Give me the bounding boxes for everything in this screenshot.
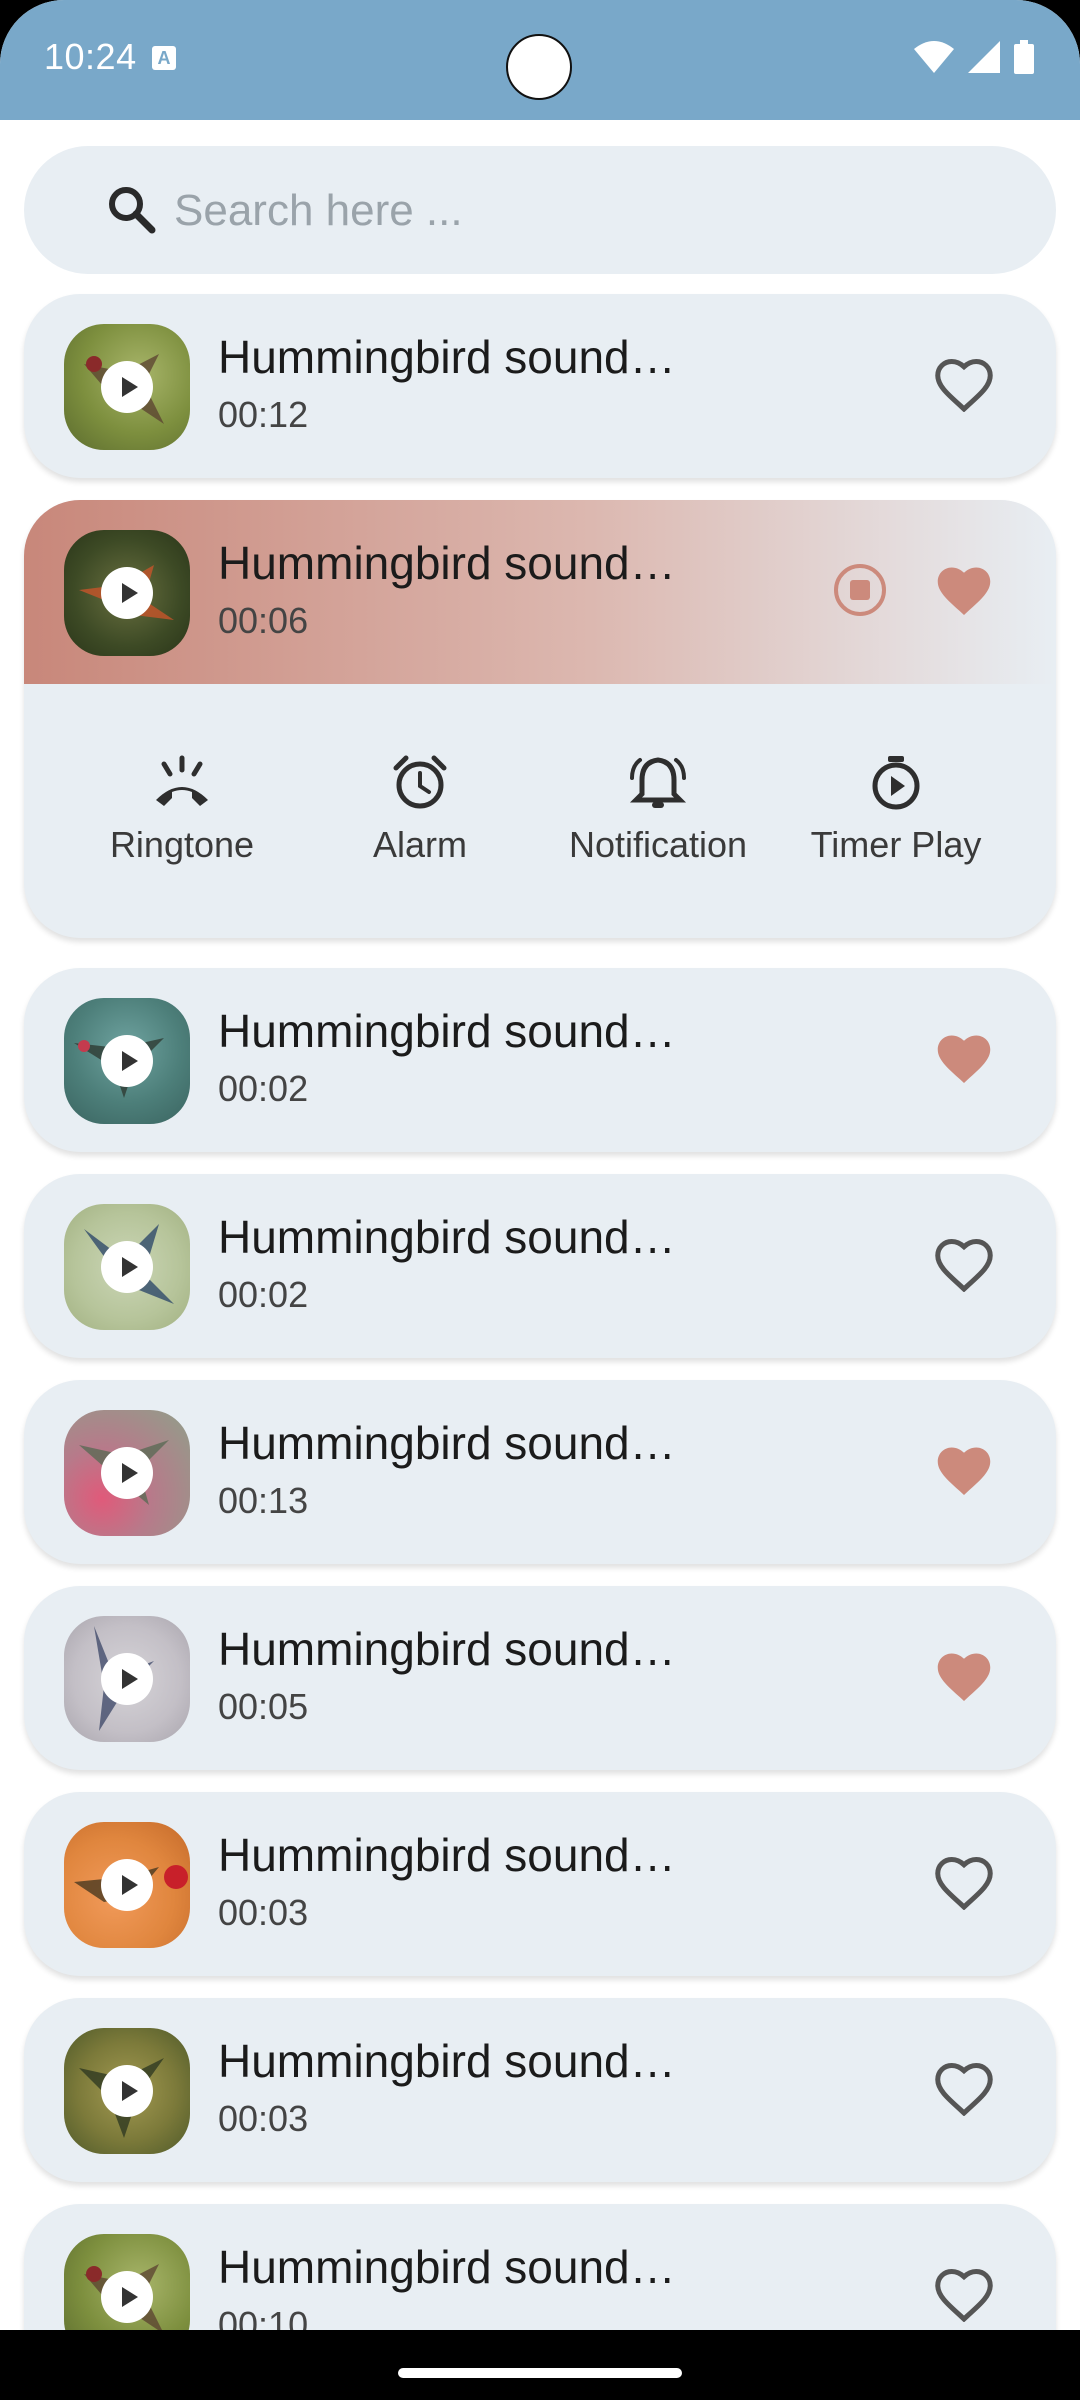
sound-title: Hummingbird sound… (218, 2241, 676, 2293)
ringtone-label: Ringtone (109, 824, 255, 865)
sound-title: Hummingbird sound… (218, 2035, 676, 2087)
sound-duration: 00:12 (218, 394, 309, 435)
play-button[interactable] (101, 361, 153, 413)
notification-action[interactable]: Notification (538, 754, 778, 866)
sound-item[interactable]: Hummingbird sound… 00:03 (24, 1998, 1056, 2182)
alarm-action[interactable]: Alarm (300, 754, 540, 866)
play-button[interactable] (101, 1241, 153, 1293)
keyboard-indicator-icon: A (152, 46, 176, 70)
sound-thumbnail[interactable] (64, 1204, 190, 1330)
sound-item[interactable]: Hummingbird sound… 00:13 (24, 1380, 1056, 1564)
sound-thumbnail[interactable] (64, 2234, 190, 2330)
favorite-outline-icon[interactable] (934, 2060, 994, 2116)
sound-thumbnail[interactable] (64, 1616, 190, 1742)
sound-title: Hummingbird sound… (218, 1417, 676, 1469)
play-button[interactable] (101, 1035, 153, 1087)
app-screen: 10:24 A Hummingbird sound… 00:12 (0, 0, 1080, 2330)
sound-item[interactable]: Hummingbird sound… 00:02 (24, 968, 1056, 1152)
sound-title: Hummingbird sound… (218, 537, 676, 589)
timer-play-label: Timer Play (810, 824, 982, 865)
sound-duration: 00:10 (218, 2304, 309, 2330)
status-bar: 10:24 A (0, 0, 1080, 120)
search-icon (109, 187, 156, 234)
sound-duration: 00:05 (218, 1686, 309, 1727)
sound-title: Hummingbird sound… (218, 1211, 676, 1263)
stop-icon[interactable] (832, 562, 888, 618)
sound-thumbnail[interactable] (64, 1410, 190, 1536)
notification-label: Notification (568, 824, 748, 865)
status-icons (914, 40, 1034, 74)
play-button[interactable] (101, 1653, 153, 1705)
favorite-filled-icon[interactable] (934, 1648, 994, 1704)
notification-bell-icon (629, 757, 687, 808)
timer-play-action[interactable]: Timer Play (776, 754, 1016, 866)
home-gesture-handle[interactable] (398, 2368, 682, 2378)
sound-thumbnail[interactable] (64, 2028, 190, 2154)
play-button[interactable] (101, 2065, 153, 2117)
sound-thumbnail[interactable] (64, 1822, 190, 1948)
ringtone-icon (156, 755, 208, 806)
favorite-filled-icon[interactable] (934, 1030, 994, 1086)
sound-thumbnail[interactable] (64, 530, 190, 656)
sound-duration: 00:06 (218, 600, 309, 641)
action-bar: Ringtone Alarm Notification Timer Play (24, 684, 1056, 938)
sound-item[interactable]: Hummingbird sound… 00:02 (24, 1174, 1056, 1358)
favorite-filled-icon[interactable] (934, 562, 994, 618)
favorite-outline-icon[interactable] (934, 356, 994, 412)
status-time: 10:24 (44, 36, 137, 77)
sound-title: Hummingbird sound… (218, 1623, 676, 1675)
ringtone-action[interactable]: Ringtone (62, 754, 302, 866)
favorite-outline-icon[interactable] (934, 1236, 994, 1292)
sound-duration: 00:02 (218, 1274, 309, 1315)
signal-icon (968, 41, 1000, 73)
navigation-bar (0, 2330, 1080, 2400)
search-bar[interactable] (24, 146, 1056, 274)
sound-title: Hummingbird sound… (218, 1829, 676, 1881)
favorite-outline-icon[interactable] (934, 2266, 994, 2322)
sound-thumbnail[interactable] (64, 998, 190, 1124)
sound-duration: 00:13 (218, 1480, 309, 1521)
favorite-outline-icon[interactable] (934, 1854, 994, 1910)
sound-duration: 00:03 (218, 2098, 309, 2139)
sound-duration: 00:03 (218, 1892, 309, 1933)
sound-item[interactable]: Hummingbird sound… 00:12 (24, 294, 1056, 478)
sound-item[interactable]: Hummingbird sound… 00:10 (24, 2204, 1056, 2330)
sound-item[interactable]: Hummingbird sound… 00:05 (24, 1586, 1056, 1770)
sound-item-expanded[interactable]: Hummingbird sound… 00:06 Ringtone Alarm … (24, 500, 1056, 938)
battery-icon (1014, 40, 1034, 74)
front-camera (506, 34, 572, 100)
favorite-filled-icon[interactable] (934, 1442, 994, 1498)
play-button[interactable] (101, 1447, 153, 1499)
sound-item[interactable]: Hummingbird sound… 00:03 (24, 1792, 1056, 1976)
play-button[interactable] (101, 567, 153, 619)
sound-title: Hummingbird sound… (218, 331, 676, 383)
wifi-icon (914, 41, 954, 73)
sound-thumbnail[interactable] (64, 324, 190, 450)
play-button[interactable] (101, 2271, 153, 2323)
alarm-label: Alarm (372, 824, 467, 865)
sound-title: Hummingbird sound… (218, 1005, 676, 1057)
play-button[interactable] (101, 1859, 153, 1911)
timer-play-icon (872, 756, 920, 810)
search-input[interactable] (172, 176, 976, 246)
alarm-icon (393, 755, 447, 809)
sound-duration: 00:02 (218, 1068, 309, 1109)
